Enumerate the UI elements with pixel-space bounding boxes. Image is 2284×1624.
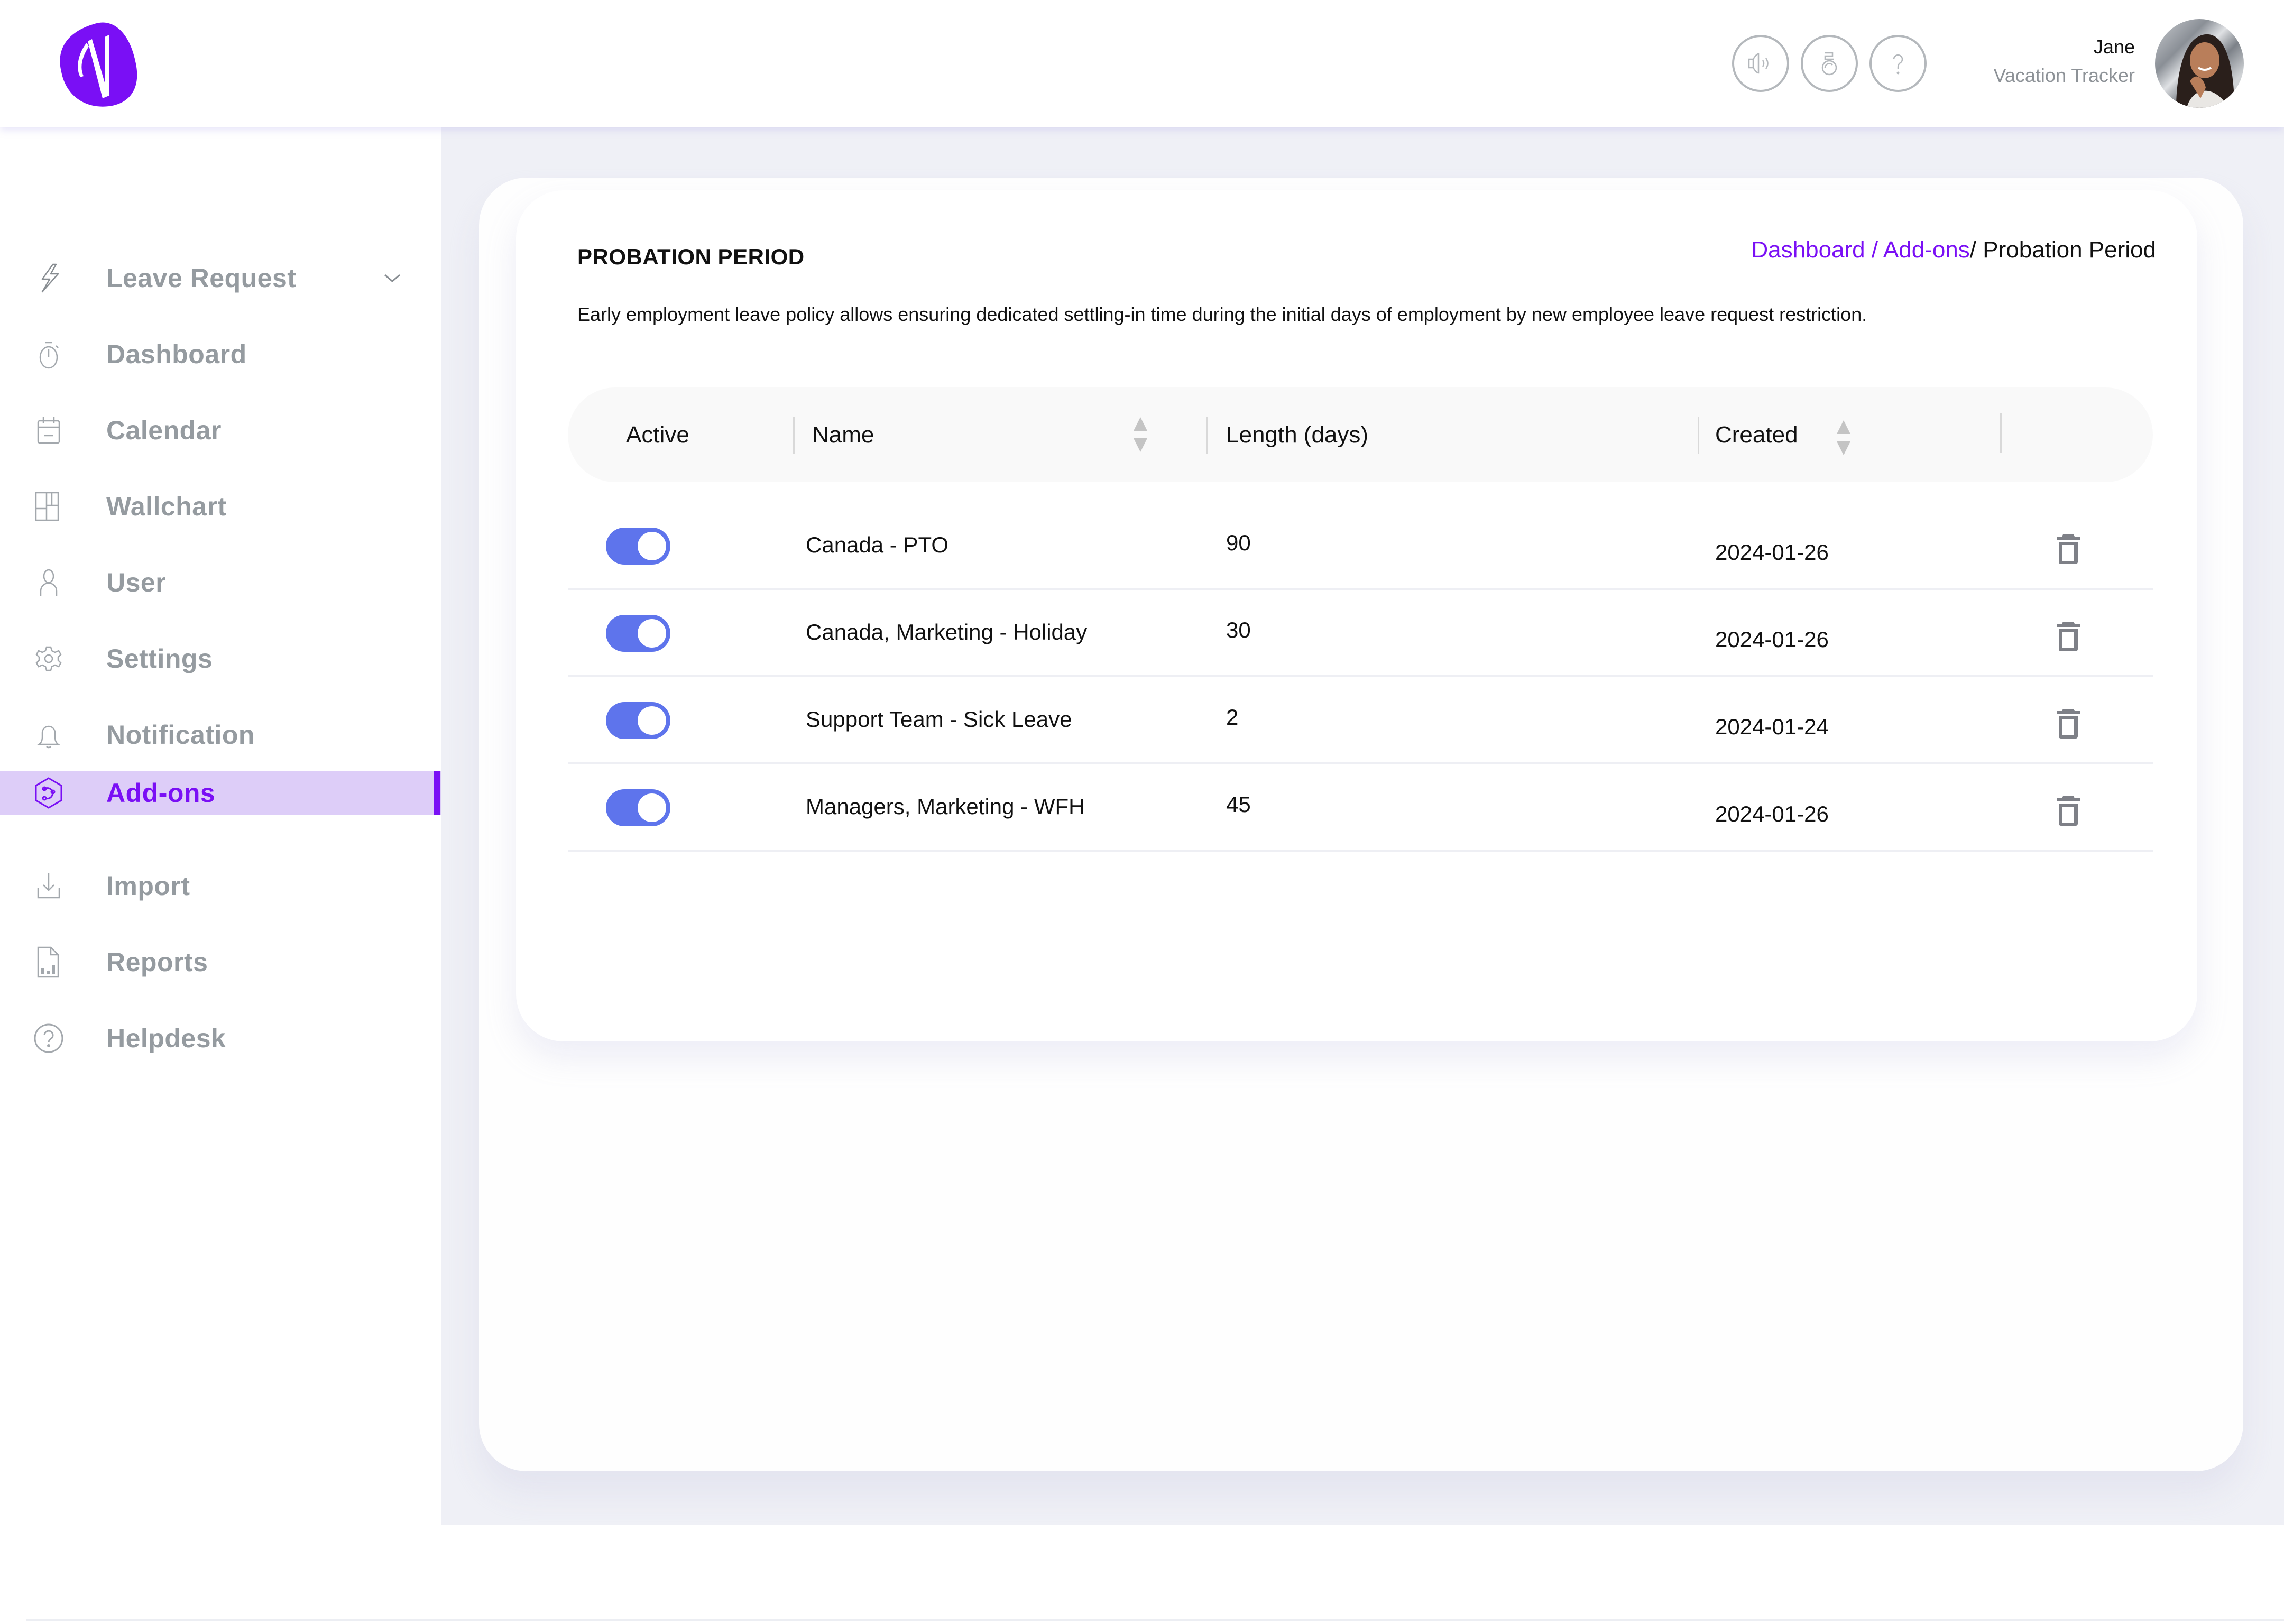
gift-icon[interactable] — [1801, 35, 1858, 92]
sidebar-item-label: Calendar — [106, 416, 222, 445]
user-organization: Vacation Tracker — [1993, 64, 2135, 86]
sidebar-item-label: Import — [106, 871, 190, 901]
row-length: 30 — [1226, 617, 1251, 642]
delete-icon[interactable] — [2056, 533, 2081, 565]
sidebar-item-label: Reports — [106, 947, 208, 977]
sidebar-item-label: Helpdesk — [106, 1023, 226, 1053]
active-toggle[interactable] — [606, 528, 670, 565]
table-row: Canada - PTO 90 2024-01-26 — [568, 503, 2153, 590]
row-created: 2024-01-26 — [1715, 627, 1829, 652]
sidebar-item-label: Add-ons — [106, 778, 216, 808]
table-row: Managers, Marketing - WFH 45 2024-01-26 — [568, 764, 2153, 852]
breadcrumb-separator: / — [1865, 237, 1883, 263]
column-header-length: Length (days) — [1226, 421, 1369, 448]
user-name: Jane — [2093, 36, 2135, 58]
addons-icon — [32, 776, 66, 810]
sidebar-item-label: Leave Request — [106, 263, 297, 293]
row-length: 90 — [1226, 530, 1251, 555]
sidebar-item-label: Notification — [106, 720, 255, 750]
help-icon[interactable] — [1869, 35, 1927, 92]
sidebar-item-label: User — [106, 568, 167, 597]
sidebar-item-helpdesk[interactable]: Helpdesk — [0, 1016, 441, 1060]
sort-name-icon[interactable] — [1131, 416, 1149, 453]
report-icon — [32, 945, 66, 979]
lightning-icon — [32, 261, 66, 295]
gear-icon — [32, 642, 66, 676]
app-logo[interactable] — [51, 19, 146, 108]
delete-icon[interactable] — [2056, 621, 2081, 652]
page-title: PROBATION PERIOD — [577, 244, 805, 269]
active-toggle[interactable] — [606, 702, 670, 739]
column-divider — [793, 417, 795, 454]
column-header-active: Active — [626, 421, 689, 448]
avatar[interactable] — [2155, 19, 2244, 108]
row-created: 2024-01-26 — [1715, 540, 1829, 565]
column-header-created[interactable]: Created — [1715, 387, 1798, 482]
page-description: Early employment leave policy allows ens… — [577, 303, 1867, 325]
calendar-icon — [32, 413, 66, 447]
column-divider — [2000, 413, 2002, 453]
sidebar-item-import[interactable]: Import — [0, 864, 441, 908]
row-name: Managers, Marketing - WFH — [806, 794, 1085, 819]
footer-divider — [26, 1619, 2284, 1621]
row-length: 2 — [1226, 705, 1239, 730]
row-name: Canada - PTO — [806, 532, 949, 557]
row-created: 2024-01-26 — [1715, 801, 1829, 826]
sidebar-item-wallchart[interactable]: Wallchart — [0, 484, 441, 529]
active-toggle[interactable] — [606, 789, 670, 826]
breadcrumb: Dashboard / Add-ons/ Probation Period — [1751, 237, 2156, 263]
sidebar-item-settings[interactable]: Settings — [0, 636, 441, 681]
user-icon — [32, 566, 66, 599]
row-name: Canada, Marketing - Holiday — [806, 620, 1088, 644]
column-divider — [1698, 417, 1699, 454]
import-icon — [32, 869, 66, 903]
toggle-knob — [638, 619, 666, 648]
breadcrumb-addons[interactable]: Add-ons — [1883, 237, 1970, 263]
breadcrumb-dashboard[interactable]: Dashboard — [1751, 237, 1865, 263]
bell-icon — [32, 718, 66, 752]
delete-icon[interactable] — [2056, 795, 2081, 827]
wallchart-icon — [32, 490, 66, 523]
sidebar-item-leave-request[interactable]: Leave Request — [0, 256, 441, 300]
table-row: Canada, Marketing - Holiday 30 2024-01-2… — [568, 590, 2153, 677]
table-header: Active Name Length (days) Created — [568, 387, 2153, 482]
sidebar-item-label: Settings — [106, 644, 213, 673]
column-header-name[interactable]: Name — [812, 387, 874, 482]
sidebar-item-calendar[interactable]: Calendar — [0, 408, 441, 453]
row-name: Support Team - Sick Leave — [806, 707, 1072, 732]
app-root: Jane Vacation Tracker Leave Request Dash… — [0, 0, 2284, 1624]
toggle-knob — [638, 532, 666, 560]
sidebar-item-user[interactable]: User — [0, 560, 441, 605]
row-length: 45 — [1226, 792, 1251, 817]
row-created: 2024-01-24 — [1715, 714, 1829, 739]
sidebar-item-reports[interactable]: Reports — [0, 940, 441, 984]
sidebar-item-dashboard[interactable]: Dashboard — [0, 332, 441, 376]
table-row: Support Team - Sick Leave 2 2024-01-24 — [568, 677, 2153, 764]
sidebar: Leave Request Dashboard Calendar Wallcha… — [0, 127, 441, 1525]
chevron-down-icon[interactable] — [381, 266, 404, 290]
sidebar-item-label: Wallchart — [106, 492, 227, 521]
stopwatch-icon — [32, 337, 66, 371]
sidebar-item-addons[interactable]: Add-ons — [0, 771, 441, 815]
toggle-knob — [638, 706, 666, 735]
top-header: Jane Vacation Tracker — [0, 0, 2284, 127]
sort-created-icon[interactable] — [1835, 419, 1853, 456]
announcement-icon[interactable] — [1732, 35, 1789, 92]
column-divider — [1206, 417, 1208, 454]
sidebar-item-label: Dashboard — [106, 339, 247, 369]
delete-icon[interactable] — [2056, 708, 2081, 740]
breadcrumb-current: / Probation Period — [1969, 237, 2156, 263]
active-toggle[interactable] — [606, 615, 670, 652]
sidebar-item-notification[interactable]: Notification — [0, 713, 441, 757]
toggle-knob — [638, 793, 666, 822]
help-circle-icon — [32, 1021, 66, 1055]
